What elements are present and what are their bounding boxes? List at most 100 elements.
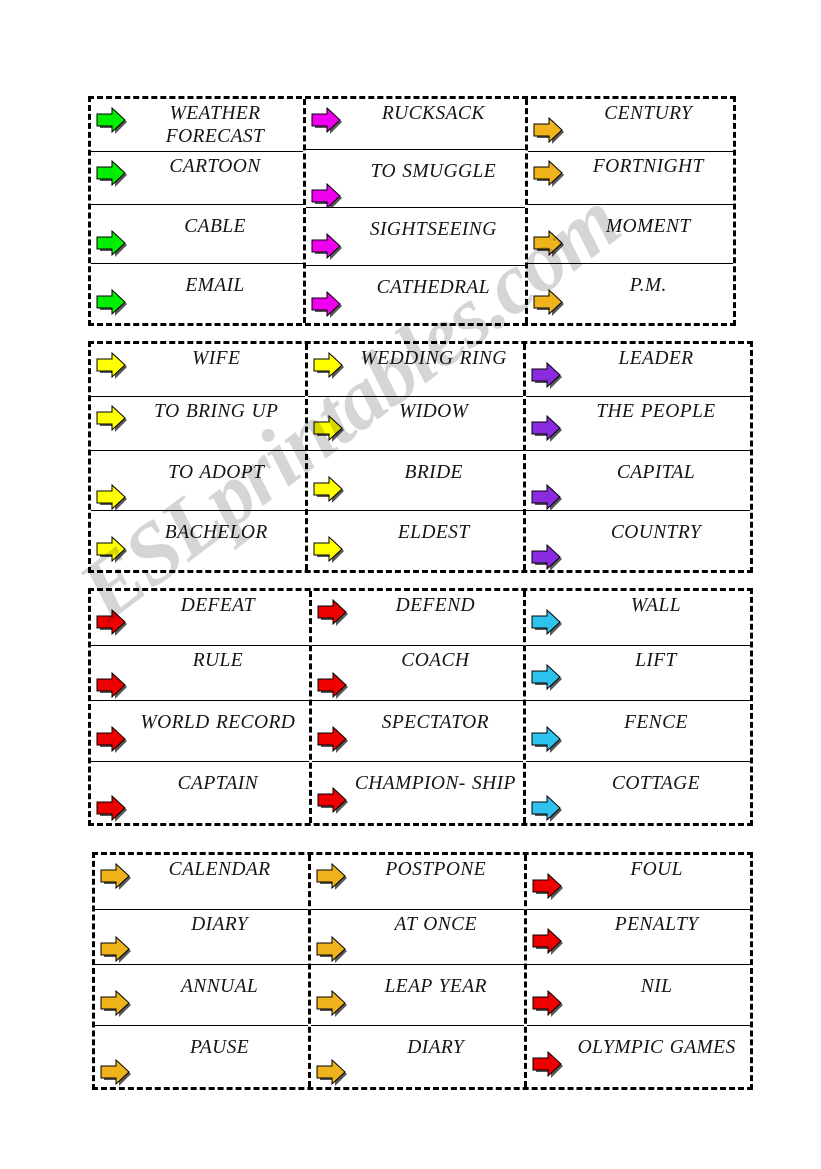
card-term: WIDOW [399, 401, 469, 423]
domino-card[interactable]: CARTOON [91, 152, 304, 205]
domino-card[interactable]: COUNTRY [526, 511, 750, 570]
arrow-right-icon [526, 772, 568, 823]
domino-card[interactable]: LIFT [525, 646, 750, 701]
arrow-right-icon [91, 102, 133, 136]
domino-card[interactable]: CAPITAL [525, 451, 750, 511]
domino-card[interactable]: TO ADOPT [91, 451, 306, 511]
arrow-right-icon [95, 1036, 137, 1087]
card-column: DEFEND COACH SPECTATOR CHAMPION- SHIP [311, 591, 526, 823]
arrow-right-icon [526, 347, 568, 391]
arrow-right-icon [528, 155, 570, 189]
domino-card[interactable]: OLYMPIC GAMES [527, 1026, 750, 1087]
domino-card[interactable]: POSTPONE [311, 855, 525, 910]
domino-card[interactable]: DIARY [311, 1026, 524, 1087]
card-term: SPECTATOR [381, 711, 489, 733]
arrow-right-icon [91, 711, 133, 755]
arrow-right-icon [311, 858, 353, 892]
card-column: WEATHER FORECAST CARTOON CABLE EMAIL [91, 99, 307, 323]
domino-card[interactable]: THE PEOPLE [525, 397, 750, 451]
domino-card[interactable]: SIGHTSEEING [306, 208, 525, 266]
arrow-right-icon [528, 102, 570, 146]
card-section: DEFEAT RULE WORLD RECORD CAPTAIN DEFEND COACH… [88, 588, 753, 826]
domino-card[interactable]: FOUL [527, 855, 750, 910]
domino-card[interactable]: FORTNIGHT [527, 152, 733, 205]
domino-card[interactable]: LEAP YEAR [311, 965, 525, 1027]
card-term: DIARY [407, 1037, 465, 1059]
domino-card[interactable]: P.M. [528, 264, 733, 323]
domino-card[interactable]: CATHEDRAL [306, 266, 524, 323]
domino-card[interactable]: NIL [527, 965, 750, 1027]
domino-card[interactable]: CHAMPION- SHIP [312, 762, 523, 823]
arrow-right-icon [308, 347, 350, 381]
domino-card[interactable]: AT ONCE [311, 910, 525, 965]
arrow-right-icon [526, 711, 568, 755]
domino-card[interactable]: CALENDAR [95, 855, 309, 910]
domino-card[interactable]: TO SMUGGLE [306, 150, 525, 208]
arrow-right-icon [306, 160, 348, 207]
card-term: CALENDAR [168, 859, 271, 880]
arrow-right-icon [91, 400, 133, 434]
card-column: LEADER THE PEOPLE CAPITAL COUNTRY [525, 344, 750, 570]
domino-card[interactable]: WEDDING RING [308, 344, 523, 398]
domino-card[interactable]: WORLD RECORD [91, 701, 309, 763]
card-term: P.M. [629, 275, 667, 297]
domino-card[interactable]: DEFEAT [91, 591, 309, 646]
arrow-right-icon [526, 649, 568, 693]
domino-card[interactable]: CAPTAIN [91, 762, 309, 823]
card-term: DEFEND [395, 595, 475, 616]
card-term: BACHELOR [164, 521, 268, 543]
card-term: CAPTAIN [177, 773, 259, 795]
domino-card[interactable]: ELDEST [308, 511, 522, 570]
domino-card[interactable]: BRIDE [308, 451, 523, 511]
domino-card[interactable]: WIDOW [308, 397, 523, 451]
card-term: SIGHTSEEING [369, 219, 497, 240]
card-term: WALL [630, 595, 681, 616]
card-term: CARTOON [169, 155, 261, 177]
domino-card[interactable]: BACHELOR [91, 511, 305, 570]
domino-card[interactable]: LEADER [525, 344, 750, 398]
domino-card[interactable]: EMAIL [91, 264, 303, 323]
domino-card[interactable]: WIFE [91, 344, 306, 398]
card-term: EMAIL [185, 275, 245, 297]
domino-card[interactable]: MOMENT [527, 205, 733, 265]
domino-card[interactable]: TO BRING UP [91, 397, 306, 451]
card-term: LEADER [618, 348, 694, 369]
domino-card[interactable]: ANNUAL [95, 965, 309, 1027]
domino-card[interactable]: COTTAGE [526, 762, 750, 823]
card-column: CENTURY FORTNIGHT MOMENT P.M. [527, 99, 733, 323]
domino-card[interactable]: COACH [311, 646, 523, 701]
card-column: CALENDAR DIARY ANNUAL PAUSE [95, 855, 312, 1087]
domino-card[interactable]: DIARY [95, 910, 309, 965]
domino-card[interactable]: WALL [525, 591, 750, 646]
domino-card[interactable]: CABLE [91, 205, 304, 265]
arrow-right-icon [306, 102, 348, 136]
card-term: MOMENT [605, 215, 691, 237]
card-term: WEATHER FORECAST [165, 103, 265, 147]
card-term: BRIDE [404, 461, 463, 483]
arrow-right-icon [308, 400, 350, 444]
domino-card[interactable]: RULE [91, 646, 309, 701]
arrow-right-icon [91, 594, 133, 638]
domino-card[interactable]: PENALTY [527, 910, 750, 965]
domino-card[interactable]: DEFEND [311, 591, 523, 646]
card-term: CENTURY [604, 103, 693, 124]
card-term: CAPITAL [616, 461, 696, 483]
card-column: DEFEAT RULE WORLD RECORD CAPTAIN [91, 591, 312, 823]
domino-card[interactable]: WEATHER FORECAST [91, 99, 304, 152]
card-term: TO ADOPT [168, 461, 265, 483]
arrow-right-icon [91, 649, 133, 700]
domino-card[interactable]: FENCE [525, 701, 750, 763]
arrow-right-icon [306, 276, 348, 320]
domino-card[interactable]: RUCKSACK [306, 99, 525, 150]
card-term: WORLD RECORD [140, 711, 296, 733]
card-term: RUCKSACK [381, 103, 485, 124]
domino-card[interactable]: CENTURY [527, 99, 733, 152]
card-term: CHAMPION- SHIP [354, 773, 516, 795]
domino-card[interactable]: SPECTATOR [311, 701, 523, 763]
arrow-right-icon [91, 215, 133, 259]
card-term: THE PEOPLE [596, 401, 716, 423]
card-term: LIFT [635, 649, 677, 671]
arrow-right-icon [311, 975, 353, 1019]
card-column: POSTPONE AT ONCE LEAP YEAR DIARY [311, 855, 528, 1087]
domino-card[interactable]: PAUSE [95, 1026, 308, 1087]
